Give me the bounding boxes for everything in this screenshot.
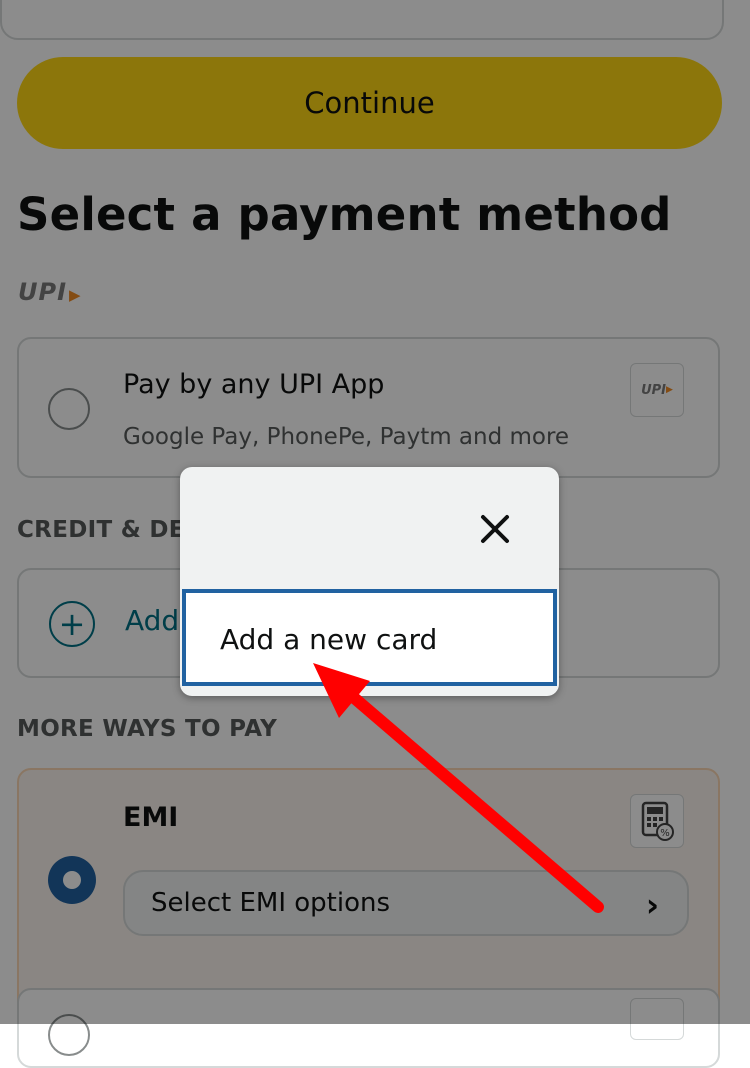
add-new-card-option[interactable]: Add a new card [182, 589, 557, 686]
add-new-card-label: Add a new card [220, 623, 438, 656]
close-icon[interactable] [475, 509, 515, 549]
add-card-popover: Add a new card [180, 467, 559, 696]
